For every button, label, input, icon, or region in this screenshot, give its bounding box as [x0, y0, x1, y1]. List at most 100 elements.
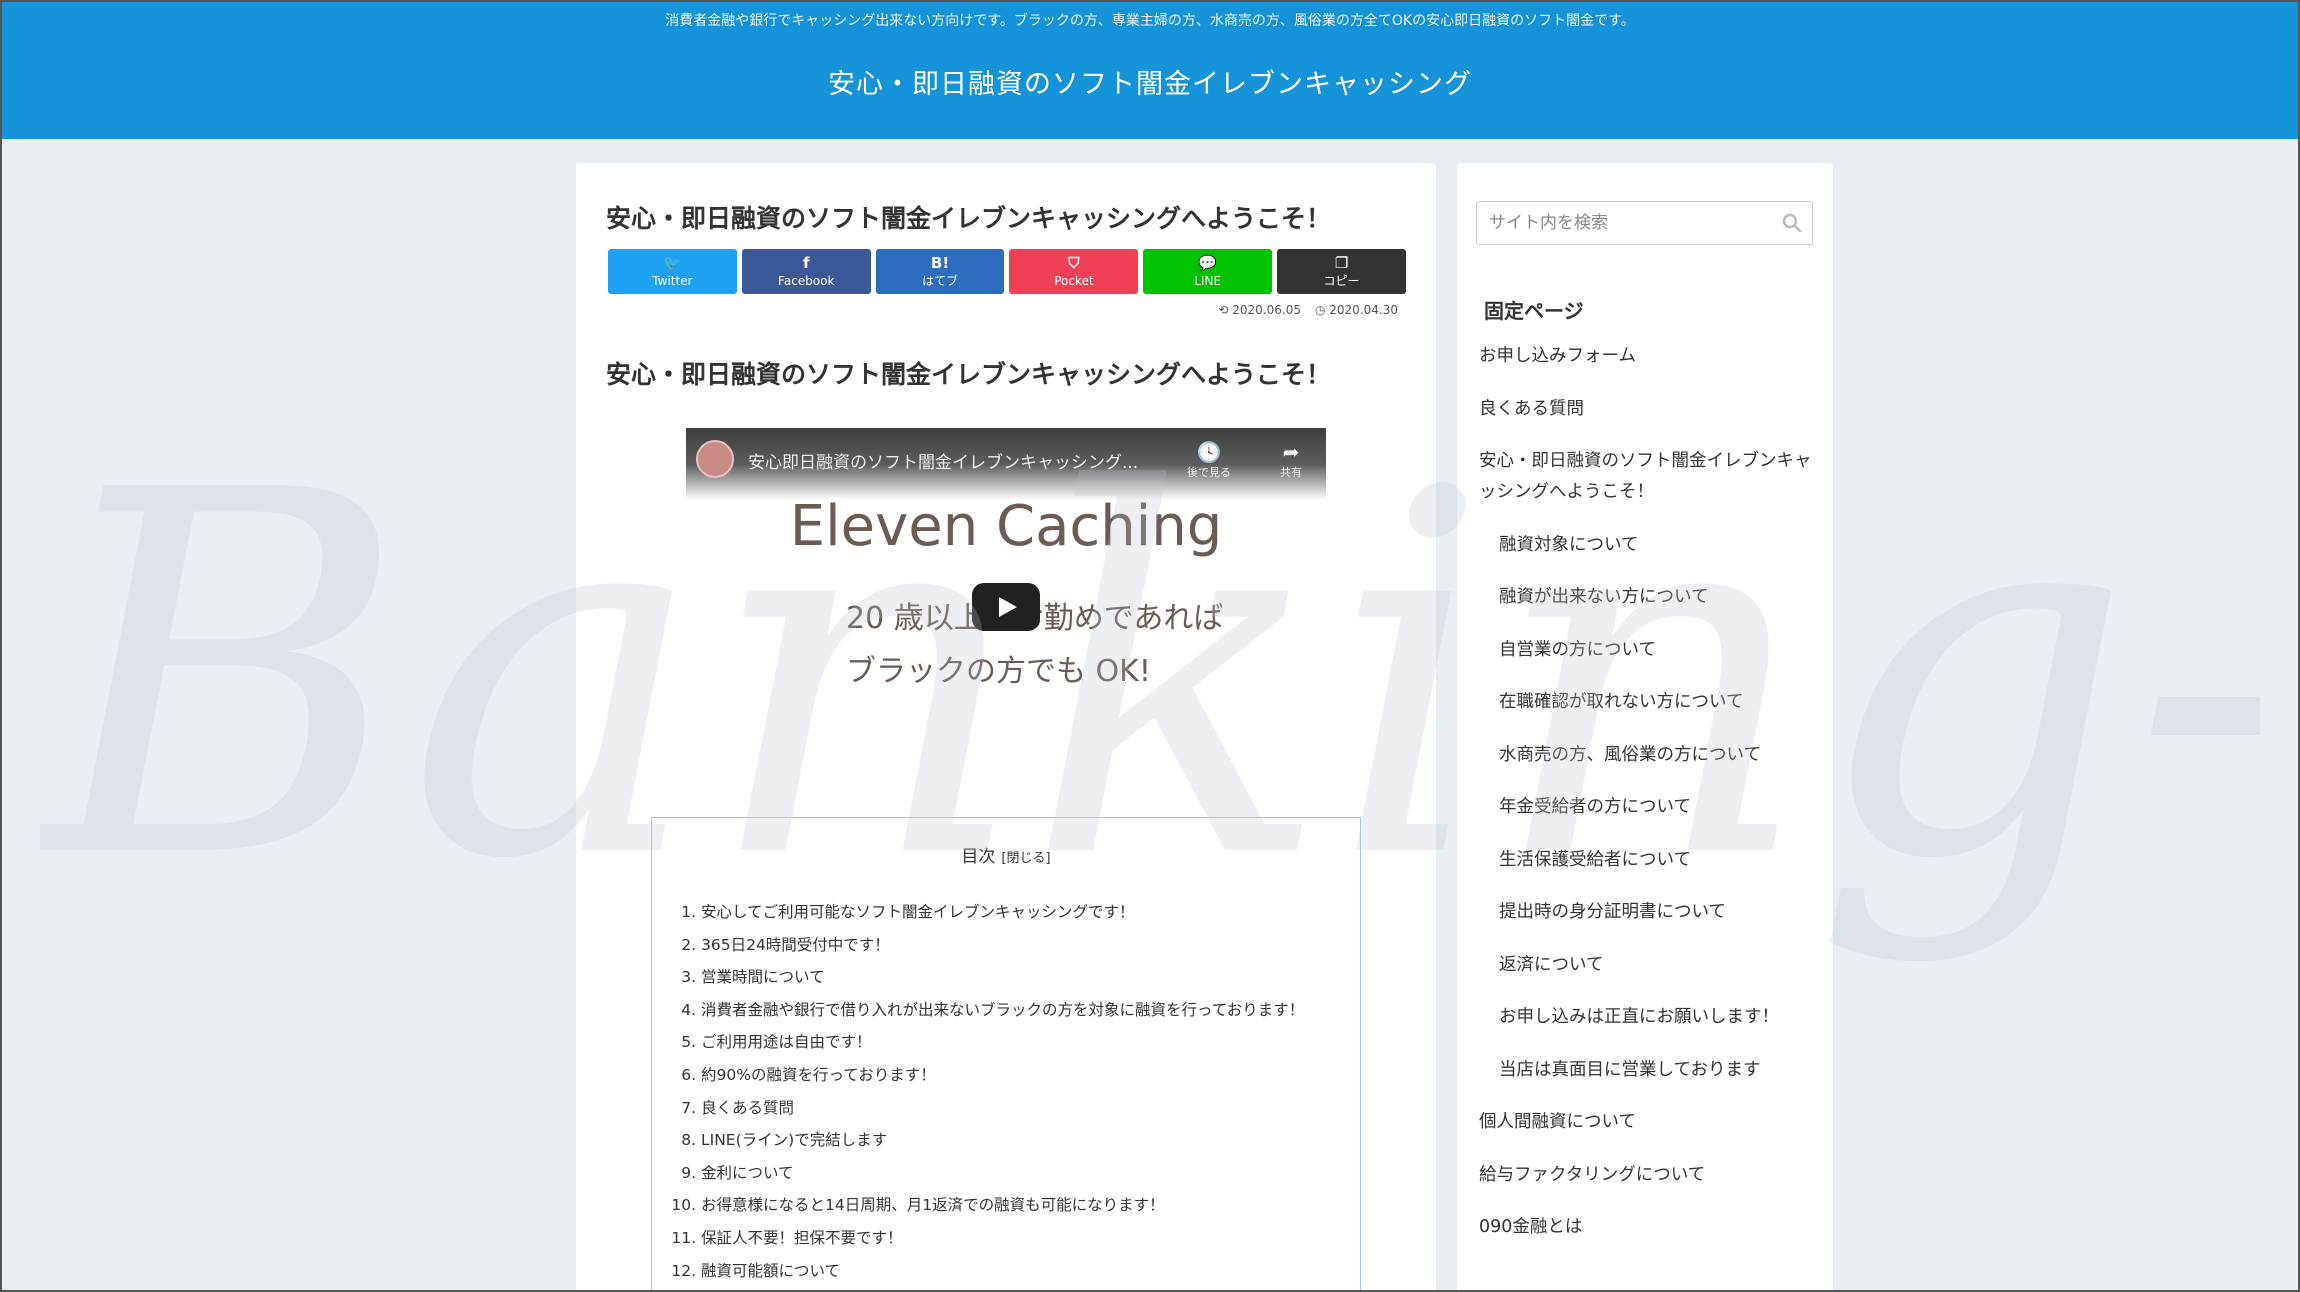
search-icon[interactable] — [1782, 213, 1802, 233]
toc-item-label: ご利用用途は自由です！ — [701, 1033, 872, 1052]
published-date: ◷ 2020.04.30 — [1314, 303, 1398, 317]
sidebar-page-link[interactable]: 個人間融資について — [1479, 1107, 1819, 1138]
site-header: 消費者金融や銀行でキャッシング出来ない方向けです。ブラックの方、専業主婦の方、水… — [0, 0, 2300, 139]
share-button-line[interactable]: 💬 LINE — [1143, 249, 1273, 294]
toc-item[interactable]: 6. 約90%の融資を行っております！ — [666, 1059, 1304, 1092]
page-list: お申し込みフォーム 良くある質問安心・即日融資のソフト闇金イレブンキャッシングへよ… — [1479, 341, 1819, 1265]
share-button-copy[interactable]: ❐ コピー — [1277, 249, 1406, 294]
clock-icon: 🕓 — [1196, 440, 1222, 464]
toc-item-number: 8. — [681, 1131, 696, 1150]
share-button-twitter[interactable]: 🐦 Twitter — [608, 249, 737, 294]
toc-item[interactable]: 5. ご利用用途は自由です！ — [666, 1026, 1304, 1059]
share-label: Facebook — [778, 274, 835, 289]
share-buttons: 🐦 Twitter f Facebook B! はてブ ⛉ Pocket 💬 LINE ❐ コピー — [608, 249, 1406, 294]
toc-header: 目次 [閉じる] — [652, 842, 1360, 867]
toc-item-label: LINE(ライン)で完結します — [701, 1131, 888, 1150]
toc-item-number: 7. — [681, 1098, 696, 1117]
share-label: コピー — [1323, 274, 1360, 289]
toc-item-number: 2. — [681, 935, 696, 954]
youtube-video-embed[interactable]: 安心即日融資のソフト闇金イレブンキャッシング... 🕓 後で見る ➦ 共有 El… — [686, 428, 1326, 788]
toc-item-label: 保証人不要！担保不要です！ — [701, 1228, 903, 1247]
article-heading: 安心・即日融資のソフト闇金イレブンキャッシングへようこそ！ — [606, 360, 1332, 389]
toc-item-number: 9. — [681, 1163, 696, 1182]
pocket-icon: ⛉ — [1068, 254, 1080, 273]
share-label: Twitter — [652, 274, 693, 289]
video-share-button[interactable]: ➦ 共有 — [1256, 440, 1326, 480]
sidebar-page-link[interactable]: 給与ファクタリングについて — [1479, 1160, 1819, 1191]
share-label: はてブ — [922, 274, 959, 289]
toc-item[interactable]: 11. 保証人不要！担保不要です！ — [666, 1222, 1304, 1255]
video-main-text: Eleven Caching — [789, 494, 1223, 559]
video-sub-text-2: ブラックの方でも OK! — [846, 654, 1151, 689]
play-button[interactable] — [972, 583, 1040, 631]
channel-avatar[interactable] — [696, 440, 734, 478]
sidebar-page-link[interactable]: 水商売の方、風俗業の方について — [1479, 740, 1819, 771]
site-title[interactable]: 安心・即日融資のソフト闇金イレブンキャッシング — [0, 62, 2300, 101]
toc-item-number: 6. — [681, 1065, 696, 1084]
toc-list: 1. 安心してご利用可能なソフト闇金イレブンキャッシングです！ 2. 365日24時間… — [666, 896, 1304, 1287]
site-tagline: 消費者金融や銀行でキャッシング出来ない方向けです。ブラックの方、専業主婦の方、水… — [665, 13, 1635, 29]
sidebar-page-link[interactable]: 在職確認が取れない方について — [1479, 687, 1819, 718]
toc-item-number: 10. — [671, 1196, 696, 1215]
widget-title: 固定ページ — [1484, 299, 1584, 323]
main-article: 安心・即日融資のソフト闇金イレブンキャッシングへようこそ！ 🐦 Twitter f F… — [576, 163, 1436, 1292]
sidebar-page-link[interactable]: 年金受給者の方について — [1479, 792, 1819, 823]
toc-item[interactable]: 3. 営業時間について — [666, 961, 1304, 994]
watch-later-button[interactable]: 🕓 後で見る — [1174, 440, 1244, 480]
sidebar-page-link[interactable]: 返済について — [1479, 950, 1819, 981]
sidebar: 固定ページ お申し込みフォーム良くある質問安心・即日融資のソフト闇金イレブンキャ… — [1457, 163, 1833, 1292]
sidebar-page-link[interactable]: お申し込みフォーム — [1479, 341, 1819, 372]
share-arrow-icon: ➦ — [1282, 440, 1300, 464]
toc-item[interactable]: 9. 金利について — [666, 1157, 1304, 1190]
sidebar-page-link[interactable]: 融資対象について — [1479, 530, 1819, 561]
toc-item-label: 消費者金融や銀行で借り入れが出来ないブラックの方を対象に融資を行っております！ — [701, 1000, 1305, 1019]
facebook-icon: f — [802, 254, 810, 273]
toc-item[interactable]: 7. 良くある質問 — [666, 1092, 1304, 1125]
toc-item-number: 11. — [671, 1228, 696, 1247]
toc-item[interactable]: 10. お得意様になると14日周期、月1返済での融資も可能になります！ — [666, 1189, 1304, 1222]
table-of-contents: 目次 [閉じる] 1. 安心してご利用可能なソフト闇金イレブンキャッシングです！ 2.… — [651, 817, 1361, 1292]
toc-item-number: 5. — [681, 1033, 696, 1052]
share-label: Pocket — [1054, 274, 1094, 289]
toc-toggle[interactable]: [閉じる] — [1001, 851, 1050, 866]
toc-item-number: 4. — [681, 1000, 696, 1019]
sidebar-page-link[interactable]: 当店は真面目に営業しております — [1479, 1055, 1819, 1086]
toc-title: 目次 — [961, 847, 996, 867]
share-button-pocket[interactable]: ⛉ Pocket — [1009, 249, 1139, 294]
toc-item-label: 安心してご利用可能なソフト闇金イレブンキャッシングです！ — [701, 903, 1135, 921]
sidebar-page-link[interactable]: 090金融とは — [1479, 1212, 1819, 1243]
share-label: LINE — [1194, 274, 1222, 289]
share-button-facebook[interactable]: f Facebook — [741, 249, 871, 294]
sidebar-page-link[interactable]: 提出時の身分証明書について — [1479, 897, 1819, 928]
sidebar-page-link[interactable]: 融資が出来ない方について — [1479, 582, 1819, 613]
toc-item-label: 365日24時間受付中です！ — [701, 935, 890, 954]
toc-item[interactable]: 4. 消費者金融や銀行で借り入れが出来ないブラックの方を対象に融資を行っております… — [666, 994, 1304, 1027]
toc-item[interactable]: 12. 融資可能額について — [666, 1255, 1304, 1288]
toc-item-label: 営業時間について — [701, 968, 825, 987]
sidebar-page-link[interactable]: 良くある質問 — [1479, 394, 1819, 425]
toc-item-number: 3. — [681, 968, 696, 987]
sidebar-page-link[interactable]: 生活保護受給者について — [1479, 845, 1819, 876]
toc-item-label: 約90%の融資を行っております！ — [701, 1065, 936, 1084]
entry-title: 安心・即日融資のソフト闇金イレブンキャッシングへようこそ！ — [606, 204, 1332, 233]
search-input[interactable] — [1477, 202, 1767, 244]
copy-icon: ❐ — [1334, 254, 1349, 273]
sidebar-page-link[interactable]: 自営業の方について — [1479, 635, 1819, 666]
toc-item-number: 1. — [681, 903, 696, 921]
hatena-icon: B! — [930, 254, 950, 273]
sidebar-page-link[interactable]: お申し込みは正直にお願いします！ — [1479, 1002, 1819, 1033]
toc-item[interactable]: 8. LINE(ライン)で完結します — [666, 1124, 1304, 1157]
post-dates: ⟲ 2020.06.05 ◷ 2020.04.30 — [1218, 303, 1398, 317]
toc-item-label: 良くある質問 — [701, 1098, 795, 1117]
search-box — [1476, 201, 1813, 245]
line-icon: 💬 — [1198, 254, 1218, 273]
toc-item-label: お得意様になると14日周期、月1返済での融資も可能になります！ — [701, 1196, 1165, 1215]
toc-item[interactable]: 2. 365日24時間受付中です！ — [666, 929, 1304, 962]
toc-item-label: 融資可能額について — [701, 1261, 841, 1280]
toc-item-number: 12. — [671, 1261, 696, 1280]
sidebar-page-link[interactable]: 安心・即日融資のソフト闇金イレブンキャッシングへようこそ！ — [1479, 446, 1819, 508]
video-title[interactable]: 安心即日融資のソフト闇金イレブンキャッシング... — [748, 448, 1138, 473]
share-button-hatena[interactable]: B! はてブ — [875, 249, 1005, 294]
toc-item[interactable]: 1. 安心してご利用可能なソフト闇金イレブンキャッシングです！ — [666, 896, 1304, 929]
updated-date: ⟲ 2020.06.05 — [1218, 303, 1301, 317]
